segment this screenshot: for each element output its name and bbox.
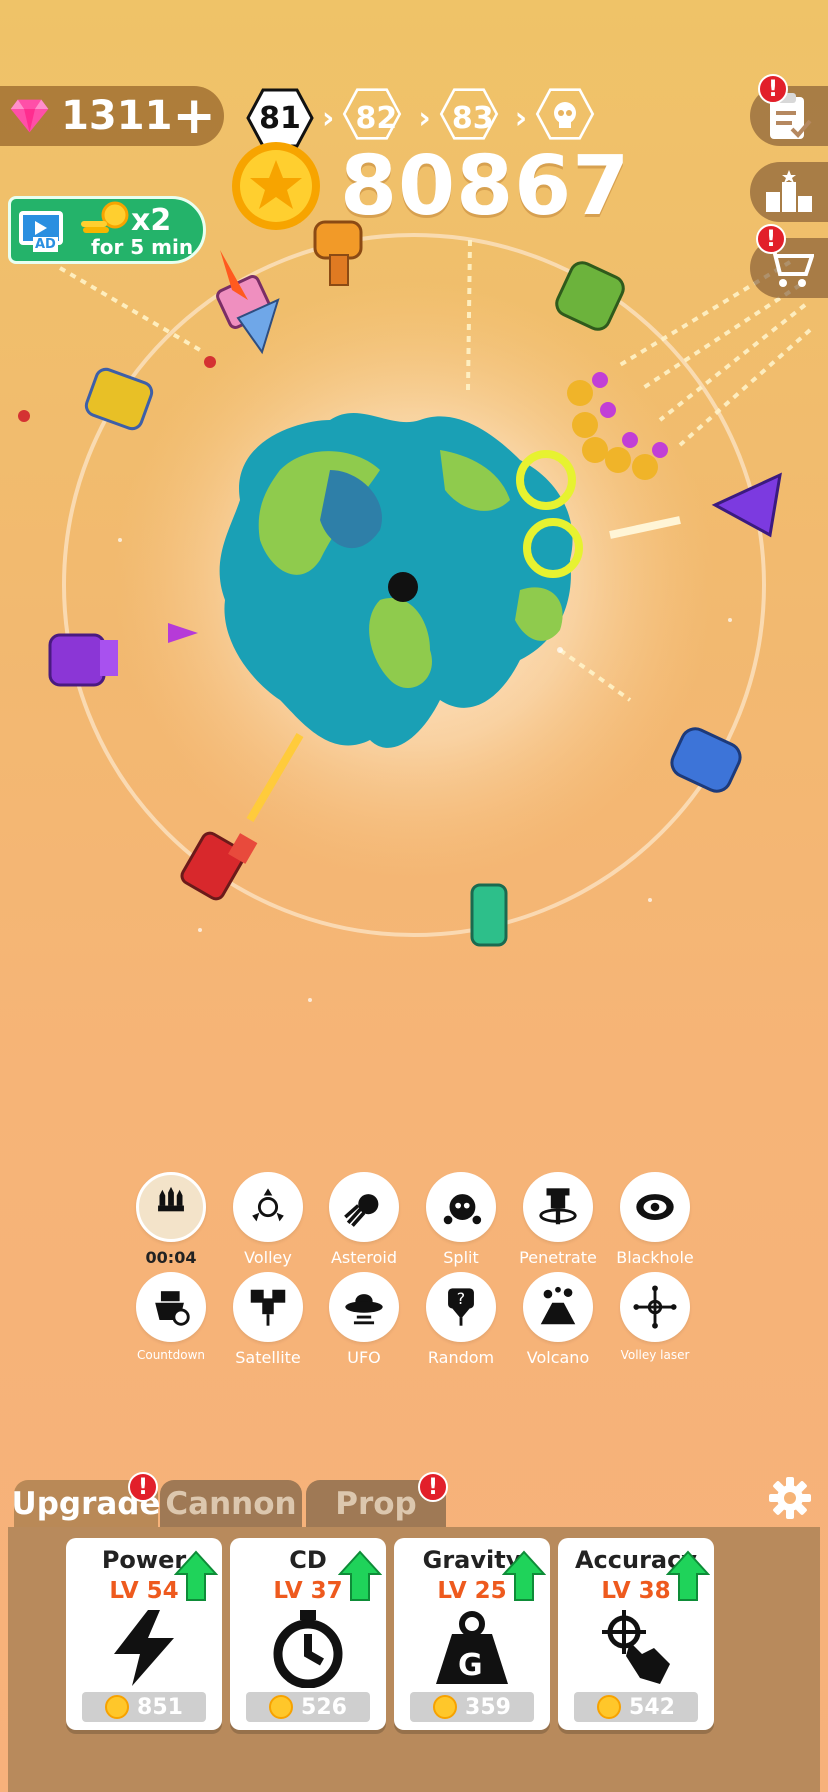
volley-laser-icon bbox=[633, 1285, 677, 1329]
weight-letter: G bbox=[458, 1648, 483, 1683]
skill-button[interactable] bbox=[233, 1272, 303, 1342]
level-current: 81 bbox=[246, 88, 314, 148]
skill-label: Satellite bbox=[235, 1348, 301, 1367]
svg-text:?: ? bbox=[457, 1289, 465, 1308]
upgrade-price: 526 bbox=[246, 1692, 370, 1722]
coin-icon bbox=[232, 142, 320, 230]
aim-hand-icon bbox=[602, 1610, 670, 1684]
skill-random[interactable]: ? Random bbox=[413, 1272, 509, 1367]
skill-label: Penetrate bbox=[519, 1248, 597, 1267]
skill-label: Volley bbox=[244, 1248, 292, 1267]
skill-button[interactable]: ? bbox=[426, 1272, 496, 1342]
volley-icon bbox=[252, 1188, 284, 1222]
skill-penetrate[interactable]: Penetrate bbox=[510, 1172, 606, 1267]
coin-icon bbox=[105, 1695, 130, 1719]
chevron-right-icon: › bbox=[418, 100, 431, 136]
upgrade-arrow-icon bbox=[174, 1550, 218, 1601]
gem-count: 1311 bbox=[61, 93, 173, 139]
ad-label: AD bbox=[33, 237, 58, 252]
upgrade-price: 542 bbox=[574, 1692, 698, 1722]
boost-multiplier: x2 bbox=[131, 203, 172, 238]
skill-button[interactable] bbox=[136, 1172, 206, 1242]
chevron-right-icon: › bbox=[322, 100, 335, 136]
skill-volley-laser[interactable]: Volley laser bbox=[607, 1272, 703, 1362]
random-icon: ? bbox=[448, 1288, 474, 1326]
cannon-purple bbox=[48, 633, 118, 687]
lightning-icon bbox=[114, 1610, 174, 1686]
tab-cannon[interactable]: Cannon bbox=[160, 1480, 302, 1528]
coin-count: 80867 bbox=[340, 138, 631, 234]
stopwatch-icon bbox=[273, 1610, 343, 1688]
asteroid-icon bbox=[344, 1194, 379, 1227]
skill-volley[interactable]: Volley bbox=[220, 1172, 316, 1267]
countdown-icon bbox=[155, 1291, 190, 1326]
skill-button[interactable] bbox=[523, 1172, 593, 1242]
tasks-badge: ! bbox=[758, 74, 788, 104]
skill-button[interactable] bbox=[233, 1172, 303, 1242]
cannon-yellow bbox=[84, 367, 154, 431]
upgrade-price: 851 bbox=[82, 1692, 206, 1722]
skill-label: Countdown bbox=[136, 1348, 205, 1362]
split-icon bbox=[443, 1194, 482, 1225]
skill-label: Split bbox=[443, 1248, 479, 1267]
skill-label: Random bbox=[427, 1348, 495, 1367]
skill-label: Volley laser bbox=[620, 1348, 690, 1362]
skill-button[interactable] bbox=[329, 1172, 399, 1242]
coin-icon bbox=[597, 1695, 622, 1719]
gem-icon bbox=[10, 99, 49, 133]
penetrate-icon bbox=[539, 1188, 577, 1225]
add-gems-button[interactable]: + bbox=[172, 90, 216, 142]
upgrade-card-power[interactable]: Power LV 54 851 bbox=[66, 1538, 222, 1730]
skill-button[interactable] bbox=[136, 1272, 206, 1342]
volcano-icon bbox=[540, 1286, 576, 1325]
skill-label: Asteroid bbox=[330, 1248, 397, 1267]
coin-icon bbox=[269, 1695, 294, 1719]
skill-label: 00:04 bbox=[145, 1248, 197, 1267]
skill-asteroid[interactable]: Asteroid bbox=[316, 1172, 412, 1267]
podium-icon bbox=[766, 170, 812, 212]
satellite-icon bbox=[250, 1289, 286, 1326]
skill-volcano[interactable]: Volcano bbox=[510, 1272, 606, 1367]
skill-label: Volcano bbox=[526, 1348, 590, 1367]
tab-prop-badge: ! bbox=[418, 1472, 448, 1502]
chevron-right-icon: › bbox=[514, 100, 528, 136]
coin-icon bbox=[433, 1695, 458, 1719]
coin-counter: 80867 bbox=[230, 138, 631, 234]
upgrade-arrow-icon bbox=[502, 1550, 546, 1601]
ufo-icon bbox=[345, 1294, 383, 1325]
skill-button[interactable] bbox=[426, 1172, 496, 1242]
tab-upgrade-badge: ! bbox=[128, 1472, 158, 1502]
skill-countdown[interactable]: Countdown bbox=[123, 1272, 219, 1362]
skill-satellite[interactable]: Satellite bbox=[220, 1272, 316, 1367]
upgrade-card-gravity[interactable]: Gravity LV 25 G 359 bbox=[394, 1538, 550, 1730]
skill-label: UFO bbox=[347, 1348, 381, 1367]
skill-rockets[interactable]: 00:04 bbox=[123, 1172, 219, 1267]
ranking-button[interactable] bbox=[750, 162, 828, 222]
skill-button[interactable] bbox=[620, 1172, 690, 1242]
skill-label: Blackhole bbox=[616, 1248, 694, 1267]
blackhole-icon bbox=[636, 1194, 674, 1220]
skull-icon bbox=[554, 102, 577, 128]
coins-stack-icon bbox=[81, 201, 129, 233]
skill-blackhole[interactable]: Blackhole bbox=[607, 1172, 703, 1267]
skill-button[interactable] bbox=[523, 1272, 593, 1342]
cannon-teal bbox=[470, 883, 508, 947]
skill-button[interactable] bbox=[329, 1272, 399, 1342]
upgrade-arrow-icon bbox=[338, 1550, 382, 1601]
upgrade-price: 359 bbox=[410, 1692, 534, 1722]
upgrade-card-accuracy[interactable]: Accuracy LV 38 542 bbox=[558, 1538, 714, 1730]
upgrade-card-cd[interactable]: CD LV 37 526 bbox=[230, 1538, 386, 1730]
settings-gear-icon[interactable] bbox=[768, 1476, 812, 1520]
boost-duration: for 5 min bbox=[91, 235, 194, 259]
gem-counter[interactable]: 1311 + bbox=[0, 86, 224, 146]
shop-badge: ! bbox=[756, 224, 786, 254]
ad-boost-button[interactable]: AD x2 for 5 min bbox=[8, 196, 206, 264]
upgrade-arrow-icon bbox=[666, 1550, 710, 1601]
rockets-icon bbox=[158, 1186, 184, 1212]
skill-split[interactable]: Split bbox=[413, 1172, 509, 1267]
cannon-blue bbox=[670, 727, 742, 793]
skill-button[interactable] bbox=[620, 1272, 690, 1342]
skill-ufo[interactable]: UFO bbox=[316, 1272, 412, 1367]
